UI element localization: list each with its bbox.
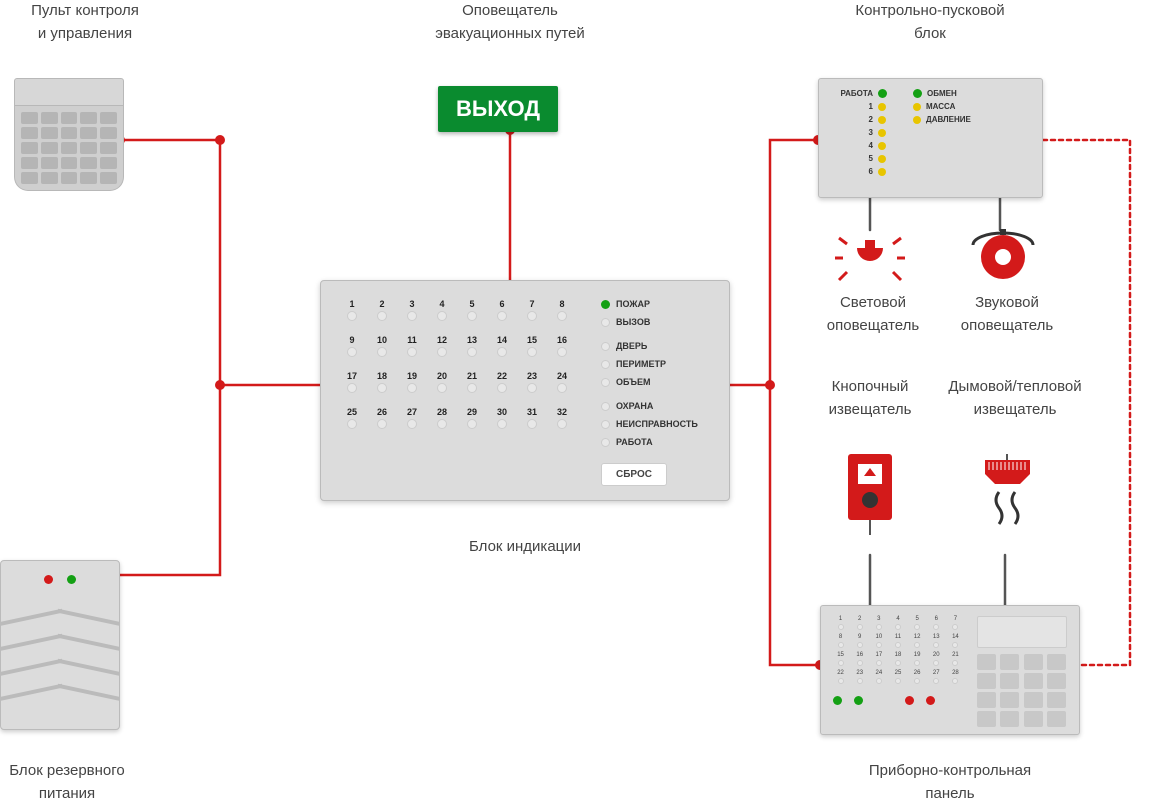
status-объем: ОБЪЕМ: [601, 377, 707, 387]
zone-3: 3: [403, 299, 421, 321]
exit-sign: ВЫХОД: [438, 86, 558, 132]
zone-11: 11: [403, 335, 421, 357]
pkp-zone-15: 15: [833, 652, 848, 666]
zone-28: 28: [433, 407, 451, 429]
zone-12: 12: [433, 335, 451, 357]
indicator-block: 1234567891011121314151617181920212223242…: [320, 280, 730, 501]
light-notifier-icon: [835, 230, 905, 295]
zone-7: 7: [523, 299, 541, 321]
status-охрана: ОХРАНА: [601, 401, 707, 411]
pkp-zone-13: 13: [929, 634, 944, 648]
zone-30: 30: [493, 407, 511, 429]
zone-29: 29: [463, 407, 481, 429]
zone-21: 21: [463, 371, 481, 393]
pkp-device: 1234567891011121314151617181920212223242…: [820, 605, 1080, 735]
pkp-zone-14: 14: [948, 634, 963, 648]
pkp-zone-3: 3: [871, 616, 886, 630]
zone-13: 13: [463, 335, 481, 357]
clb-left-3: 3: [833, 128, 887, 137]
label-evac-notifier: Оповещательэвакуационных путей: [400, 0, 620, 45]
pkp-zone-16: 16: [852, 652, 867, 666]
pkp-zone-1: 1: [833, 616, 848, 630]
label-control-panel: Пульт контроляи управления: [10, 0, 160, 45]
zone-22: 22: [493, 371, 511, 393]
pkp-zone-27: 27: [929, 670, 944, 684]
pkp-zone-17: 17: [871, 652, 886, 666]
zone-10: 10: [373, 335, 391, 357]
label-clb: Контрольно-пусковойблок: [810, 0, 1050, 45]
clb-left-1: 1: [833, 102, 887, 111]
clb-right-МАССА: МАССА: [913, 102, 971, 111]
zone-17: 17: [343, 371, 361, 393]
pkp-zone-25: 25: [890, 670, 905, 684]
reset-button[interactable]: СБРОС: [601, 463, 667, 486]
label-call-point: Кнопочныйизвещатель: [805, 376, 935, 421]
pkp-zone-22: 22: [833, 670, 848, 684]
zone-18: 18: [373, 371, 391, 393]
clb-left-6: 6: [833, 167, 887, 176]
clb-left-РАБОТА: РАБОТА: [833, 89, 887, 98]
pkp-zone-18: 18: [890, 652, 905, 666]
zone-19: 19: [403, 371, 421, 393]
label-light-notifier: Световойоповещатель: [808, 292, 938, 337]
zone-4: 4: [433, 299, 451, 321]
pkp-zone-12: 12: [910, 634, 925, 648]
zone-14: 14: [493, 335, 511, 357]
zone-26: 26: [373, 407, 391, 429]
pkp-zone-5: 5: [910, 616, 925, 630]
clb-right-ДАВЛЕНИЕ: ДАВЛЕНИЕ: [913, 115, 971, 124]
zone-5: 5: [463, 299, 481, 321]
zone-24: 24: [553, 371, 571, 393]
pkp-zone-23: 23: [852, 670, 867, 684]
zone-6: 6: [493, 299, 511, 321]
zone-9: 9: [343, 335, 361, 357]
clb-right-ОБМЕН: ОБМЕН: [913, 89, 971, 98]
zone-1: 1: [343, 299, 361, 321]
clb-left-4: 4: [833, 141, 887, 150]
status-работа: РАБОТА: [601, 437, 707, 447]
label-detector: Дымовой/тепловойизвещатель: [940, 376, 1090, 421]
status-дверь: ДВЕРЬ: [601, 341, 707, 351]
zone-20: 20: [433, 371, 451, 393]
sound-notifier-icon: [968, 225, 1038, 295]
pkp-zone-7: 7: [948, 616, 963, 630]
pkp-zone-21: 21: [948, 652, 963, 666]
clb-left-5: 5: [833, 154, 887, 163]
pkp-zone-8: 8: [833, 634, 848, 648]
label-indicator-block: Блок индикации: [430, 536, 620, 559]
pkp-zone-6: 6: [929, 616, 944, 630]
zone-2: 2: [373, 299, 391, 321]
pkp-zone-10: 10: [871, 634, 886, 648]
backup-power-device: [0, 560, 120, 730]
status-периметр: ПЕРИМЕТР: [601, 359, 707, 369]
pkp-zone-4: 4: [890, 616, 905, 630]
zone-25: 25: [343, 407, 361, 429]
zone-23: 23: [523, 371, 541, 393]
zone-8: 8: [553, 299, 571, 321]
call-point-icon: [840, 450, 900, 540]
pkp-zone-2: 2: [852, 616, 867, 630]
zone-31: 31: [523, 407, 541, 429]
pkp-zone-9: 9: [852, 634, 867, 648]
pkp-zone-24: 24: [871, 670, 886, 684]
pkp-zone-20: 20: [929, 652, 944, 666]
zone-32: 32: [553, 407, 571, 429]
status-неисправность: НЕИСПРАВНОСТЬ: [601, 419, 707, 429]
clb-left-2: 2: [833, 115, 887, 124]
label-sound-notifier: Звуковойоповещатель: [942, 292, 1072, 337]
control-keypad-device: [14, 78, 124, 191]
detector-icon: [975, 450, 1040, 545]
pkp-zone-26: 26: [910, 670, 925, 684]
zone-15: 15: [523, 335, 541, 357]
status-пожар: ПОЖАР: [601, 299, 707, 309]
pkp-zone-28: 28: [948, 670, 963, 684]
pkp-zone-19: 19: [910, 652, 925, 666]
label-backup-power: Блок резервногопитания: [0, 760, 142, 805]
status-вызов: ВЫЗОВ: [601, 317, 707, 327]
zone-16: 16: [553, 335, 571, 357]
zone-27: 27: [403, 407, 421, 429]
pkp-zone-11: 11: [890, 634, 905, 648]
label-pkp: Приборно-контрольнаяпанель: [820, 760, 1080, 805]
control-launch-block: РАБОТА 1 2 3 4 5 6 ОБМЕН МАССА ДАВЛЕНИЕ: [818, 78, 1043, 198]
